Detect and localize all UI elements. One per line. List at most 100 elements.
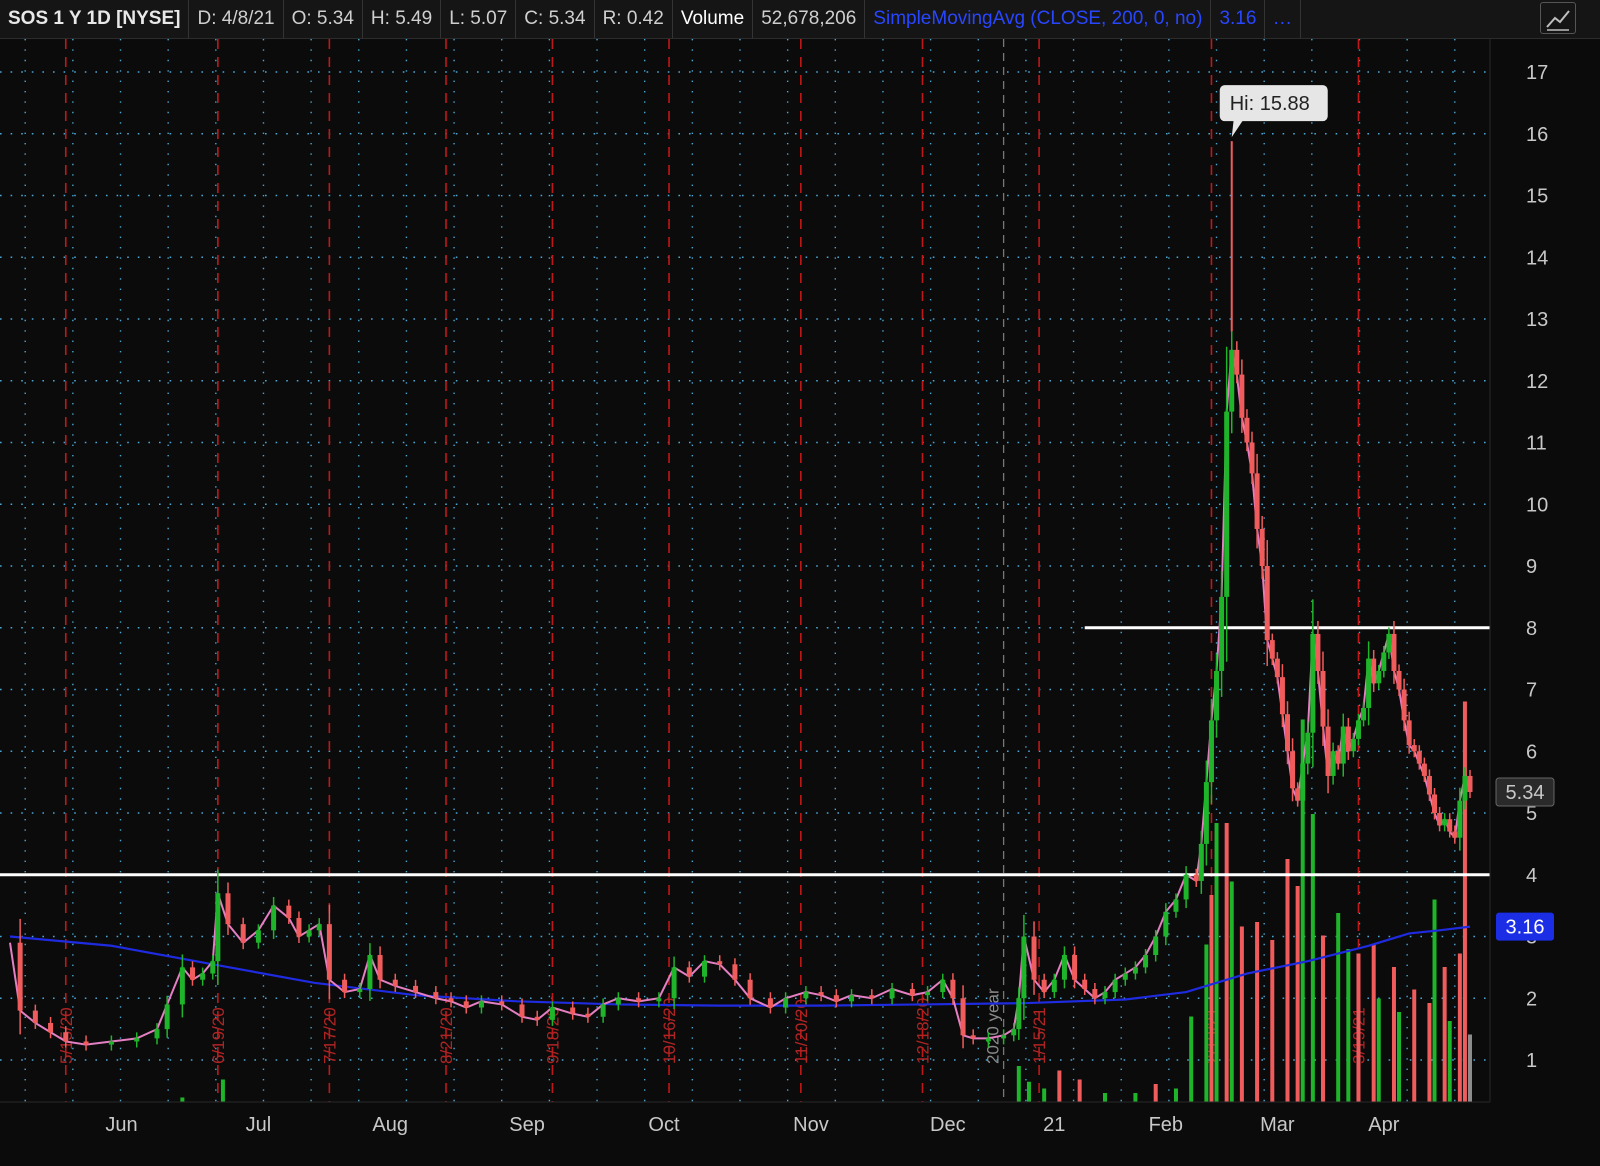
month-marker-label: 7/17/20 [320,1007,339,1064]
candle-up [1051,979,1057,993]
volume-bar-down [1356,953,1361,1102]
candle-up [1361,708,1367,721]
candle-up [164,1004,170,1030]
candle-up [1214,670,1220,721]
volume-bar-up [1133,1093,1138,1102]
date-axis[interactable]: Jun Jul Aug Sep Oct Nov Dec 21 Feb Mar Apr [0,1101,1490,1136]
candle-up [1011,1029,1017,1036]
month-tick-label: Aug [372,1114,408,1136]
volume-bar-current [1468,1034,1472,1102]
volume-bar-up [1376,998,1381,1102]
volume-bar-up [1214,823,1219,1102]
candle-up [210,961,216,974]
candle-down [1072,955,1078,980]
candle-up [1061,955,1067,980]
candle-down [63,1032,69,1042]
trend-line-icon[interactable] [1540,2,1576,34]
candle-down [190,967,195,980]
high-callout: Hi: 15.88 [1219,85,1328,332]
candle-up [478,1001,484,1008]
month-marker-lines: 5/15/206/19/207/17/208/21/209/18/2010/16… [57,39,1368,1102]
candle-down [433,992,439,999]
volume-bar-up [1016,1066,1021,1102]
price-tick-label: 14 [1526,247,1548,269]
candle-down [950,979,956,999]
volume-bar-up [1042,1088,1047,1102]
volume-bar-up [1026,1081,1031,1102]
candle-down [1416,751,1422,764]
candle-down [499,1001,505,1005]
candle-down [570,1007,576,1014]
candle-down [1285,714,1290,752]
candle-down [1244,417,1250,443]
candle-up [1340,726,1346,764]
candle-down [1406,720,1412,746]
candle-up [600,1004,606,1017]
price-chart[interactable]: 5/15/206/19/207/17/208/21/209/18/2010/16… [0,39,1600,1166]
month-tick-label: Jun [105,1114,137,1136]
sma-200-line [9,925,1471,1007]
more-button[interactable]: ... [1265,0,1302,38]
volume-bar-down [1153,1084,1158,1102]
candle-up [215,893,221,962]
candle-down [818,992,824,996]
candle-down [960,998,966,1036]
candle-up [1442,819,1448,826]
candle-up [1219,596,1225,671]
month-tick-label: Feb [1149,1114,1183,1136]
candle-down [1259,528,1265,566]
candle-up [1001,1035,1007,1039]
candle-down [534,1016,540,1020]
candle-down [519,1004,525,1017]
candle-up [803,992,809,999]
candle-up [1102,992,1108,999]
candle-up [1122,973,1128,980]
price-tick-label: 13 [1526,309,1548,331]
candle-down [240,924,246,943]
volume-bar-up [1103,1093,1107,1102]
candle-down [1290,751,1296,789]
price-tick-label: 15 [1526,186,1548,208]
candle-down [869,995,875,999]
low-readout: L: 5.07 [441,0,517,38]
candle-down [1254,473,1260,529]
price-axis[interactable]: 1234567891011121314151617 [1489,39,1548,1102]
volume-bar-down [1077,1079,1082,1102]
volume-bar-down [1224,823,1229,1102]
candle-down [1239,374,1245,418]
candle-up [1112,979,1118,993]
price-tick-label: 17 [1526,62,1548,84]
symbol-label[interactable]: SOS 1 Y 1D [NYSE] [0,0,190,38]
month-tick-label: Mar [1260,1114,1295,1136]
volume-bar-up [1310,814,1315,1102]
candle-up [1173,899,1179,912]
candle-down [1426,775,1432,795]
candle-up [1300,763,1306,801]
candle-down [463,1001,469,1008]
volume-bar-down [1209,895,1214,1102]
study-label[interactable]: SimpleMovingAvg (CLOSE, 200, 0, no) [865,0,1212,38]
month-tick-label: Sep [509,1114,545,1136]
volume-bar-up [1229,881,1234,1102]
price-candles [17,328,1473,1051]
candle-up [200,973,206,980]
candle-up [1224,411,1230,597]
month-marker-label: 8/21/20 [437,1007,456,1064]
candle-up [1376,670,1382,684]
candle-up [1386,633,1392,653]
candle-down [342,979,348,993]
candle-down [1371,658,1377,684]
month-marker-label: 11/20/20 [792,999,811,1064]
candle-up [1163,911,1169,937]
candle-down [686,967,692,977]
candle-down [909,988,915,996]
candle-down [17,942,23,1011]
volume-bars [180,701,1472,1102]
volume-label[interactable]: Volume [673,0,754,38]
candle-up [357,988,363,993]
chart-header: SOS 1 Y 1D [NYSE] D: 4/8/21 O: 5.34 H: 5… [0,0,1600,39]
candle-down [1447,819,1453,832]
month-tick-label: Dec [930,1114,966,1136]
price-tick-label: 10 [1526,494,1548,516]
candle-down [1295,788,1301,801]
